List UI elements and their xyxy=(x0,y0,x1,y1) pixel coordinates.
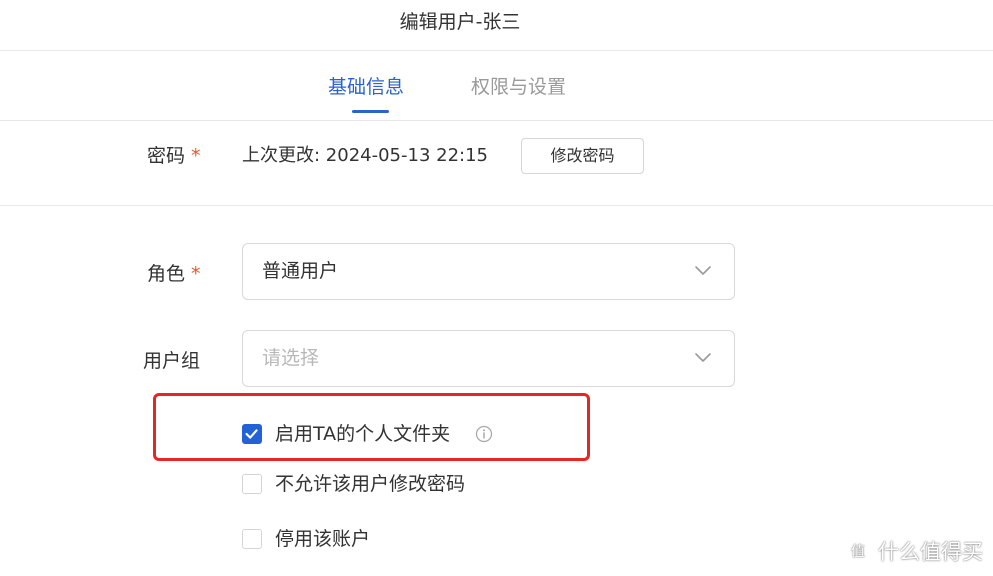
tab-basic-info[interactable]: 基础信息 xyxy=(328,72,404,102)
password-label-text: 密码 xyxy=(147,145,186,167)
watermark-text: 什么值得买 xyxy=(878,540,983,564)
required-mark: * xyxy=(191,145,201,167)
watermark: 值 什么值得买 xyxy=(844,536,983,566)
option-label: 不允许该用户修改密码 xyxy=(275,473,466,495)
option-label: 停用该账户 xyxy=(275,528,371,550)
smzdm-logo-icon: 值 xyxy=(844,537,872,565)
option-disable-account[interactable]: 停用该账户 xyxy=(242,525,402,555)
password-label: 密码 * xyxy=(147,141,201,171)
option-disallow-password-change[interactable]: 不允许该用户修改密码 xyxy=(242,470,502,500)
password-last-changed: 上次更改: 2024-05-13 22:15 xyxy=(242,145,488,166)
chevron-down-icon xyxy=(695,266,711,275)
tab-permissions-settings[interactable]: 权限与设置 xyxy=(471,72,566,102)
checkbox-unchecked[interactable] xyxy=(242,474,262,494)
chevron-down-icon xyxy=(695,353,711,362)
header-divider xyxy=(0,50,993,51)
active-tab-indicator xyxy=(352,110,389,113)
user-group-select[interactable]: 请选择 xyxy=(242,330,735,387)
role-label-text: 角色 xyxy=(147,263,186,285)
highlight-annotation xyxy=(153,393,590,461)
change-password-button[interactable]: 修改密码 xyxy=(521,138,644,174)
tabs-divider xyxy=(0,120,993,121)
role-select[interactable]: 普通用户 xyxy=(242,243,735,300)
svg-text:值: 值 xyxy=(851,544,865,560)
checkbox-unchecked[interactable] xyxy=(242,529,262,549)
page-title: 编辑用户-张三 xyxy=(399,11,521,33)
role-select-value: 普通用户 xyxy=(262,260,339,282)
user-group-label: 用户组 xyxy=(143,350,201,372)
user-group-placeholder: 请选择 xyxy=(262,347,320,369)
role-label: 角色 * xyxy=(147,259,201,289)
section-divider xyxy=(0,205,993,206)
required-mark: * xyxy=(191,263,201,285)
